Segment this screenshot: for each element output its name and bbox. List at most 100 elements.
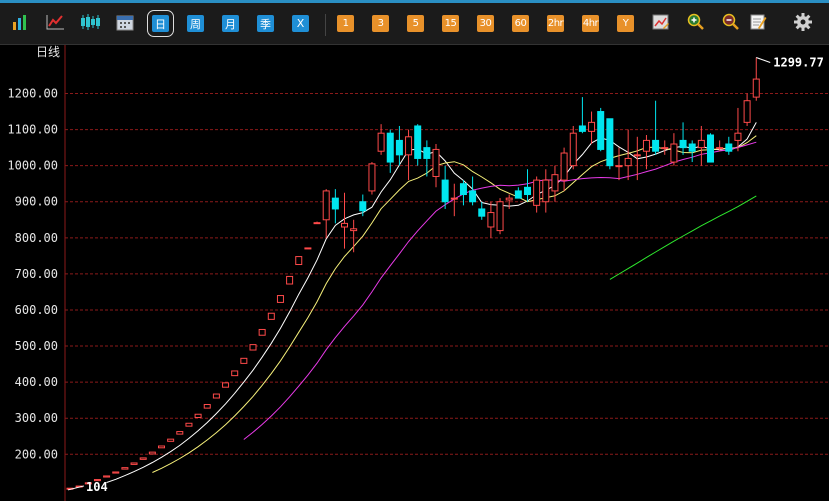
candle[interactable]	[606, 118, 614, 170]
candle-body	[661, 147, 669, 150]
period-monthly-button[interactable]: 月	[222, 15, 239, 32]
candle-body	[222, 382, 230, 388]
candle[interactable]	[258, 328, 266, 336]
candle-body	[496, 201, 504, 232]
candle-body	[258, 328, 266, 336]
candle[interactable]	[185, 422, 193, 427]
low-price-label: 104	[86, 480, 108, 494]
kline-chart[interactable]: 1200.00 1100.00 1000.00 900.00 800.00 700.00 6…	[0, 45, 829, 501]
period-3min-button[interactable]: 3	[372, 15, 389, 32]
candle[interactable]	[249, 344, 257, 351]
candle[interactable]	[267, 312, 275, 320]
candle-body	[167, 438, 175, 442]
candlestick-icon[interactable]	[79, 12, 101, 32]
y-tick-label: 800.00	[15, 231, 58, 245]
candle-body	[560, 152, 568, 181]
toolbar: 日 周 月 季 X 1 3 5 15 30 60 2hr 4hr Y	[0, 0, 829, 45]
candle[interactable]	[276, 295, 284, 303]
candle[interactable]	[176, 431, 184, 435]
period-x-button[interactable]: X	[292, 15, 309, 32]
period-weekly-button[interactable]: 周	[187, 15, 204, 32]
candle-body	[441, 179, 449, 203]
y-tick-label: 300.00	[15, 411, 58, 425]
y-tick-label: 1200.00	[7, 87, 58, 101]
period-5min-button[interactable]: 5	[407, 15, 424, 32]
candle[interactable]	[597, 107, 605, 152]
draw-tool-icon[interactable]	[650, 12, 672, 32]
period-yearly-button[interactable]: Y	[617, 15, 634, 32]
toolbar-accent-bar	[0, 0, 829, 3]
candle-body	[130, 462, 138, 465]
candle[interactable]	[130, 462, 138, 465]
candle-body	[606, 118, 614, 167]
candle[interactable]	[194, 413, 202, 418]
candle[interactable]	[496, 198, 504, 235]
candle-body	[432, 148, 440, 177]
candle-body	[679, 139, 687, 149]
zoom-in-icon[interactable]	[685, 12, 707, 32]
candle-body	[642, 139, 650, 152]
zoom-out-icon[interactable]	[720, 12, 742, 32]
candle-body	[542, 179, 550, 203]
candle-body	[459, 183, 467, 196]
candle[interactable]	[295, 256, 303, 266]
period-1min-button[interactable]: 1	[337, 15, 354, 32]
candle-body	[359, 201, 367, 212]
candle[interactable]	[158, 445, 165, 449]
calendar-icon[interactable]	[114, 12, 136, 32]
candle-body	[176, 431, 184, 435]
candle-body	[121, 467, 129, 470]
candle[interactable]	[222, 382, 230, 388]
candle-body	[231, 370, 239, 377]
candle-body	[716, 147, 724, 150]
candle[interactable]	[707, 133, 714, 163]
candle-body	[633, 154, 641, 157]
period-2hr-button[interactable]: 2hr	[547, 15, 564, 32]
candle[interactable]	[231, 370, 239, 377]
candle[interactable]	[112, 471, 120, 474]
candle[interactable]	[103, 475, 111, 478]
candle-body	[597, 111, 605, 150]
candle-body	[295, 256, 303, 266]
candle[interactable]	[167, 438, 175, 442]
y-tick-label: 700.00	[15, 267, 58, 281]
candle[interactable]	[139, 457, 147, 460]
candle-body	[487, 212, 495, 228]
edit-note-icon[interactable]	[747, 12, 769, 32]
candle[interactable]	[212, 393, 220, 399]
period-30min-button[interactable]: 30	[477, 15, 494, 32]
y-tick-label: 500.00	[15, 339, 58, 353]
candle-body	[624, 157, 632, 167]
candle[interactable]	[148, 451, 156, 455]
candle[interactable]	[203, 404, 211, 409]
candle-body	[405, 136, 413, 156]
candle[interactable]	[121, 467, 129, 470]
candle-body	[578, 125, 586, 132]
candle[interactable]	[286, 275, 294, 285]
line-chart-icon[interactable]	[44, 12, 66, 32]
candle-body	[569, 132, 577, 167]
candle[interactable]	[368, 162, 376, 195]
candle-body	[395, 139, 403, 156]
candle-body	[514, 190, 522, 199]
candle-body	[194, 413, 202, 418]
y-tick-label: 200.00	[15, 447, 58, 461]
candle-body	[203, 404, 211, 409]
period-60min-button[interactable]: 60	[512, 15, 529, 32]
period-15min-button[interactable]: 15	[442, 15, 459, 32]
period-4hr-button[interactable]: 4hr	[582, 15, 599, 32]
period-daily-button[interactable]: 日	[147, 10, 174, 37]
bar-chart-icon[interactable]	[9, 12, 31, 32]
candle-body	[185, 422, 193, 427]
period-quarterly-button[interactable]: 季	[257, 15, 274, 32]
candle-body	[524, 186, 531, 196]
candle-body	[240, 357, 248, 364]
candle-body	[551, 174, 559, 192]
candle-body	[478, 208, 486, 217]
candle[interactable]	[304, 247, 312, 250]
candle-body	[139, 457, 147, 460]
settings-gear-icon[interactable]	[792, 12, 814, 32]
candle-body	[505, 197, 513, 201]
candle[interactable]	[240, 357, 248, 364]
candle-body	[688, 143, 696, 152]
